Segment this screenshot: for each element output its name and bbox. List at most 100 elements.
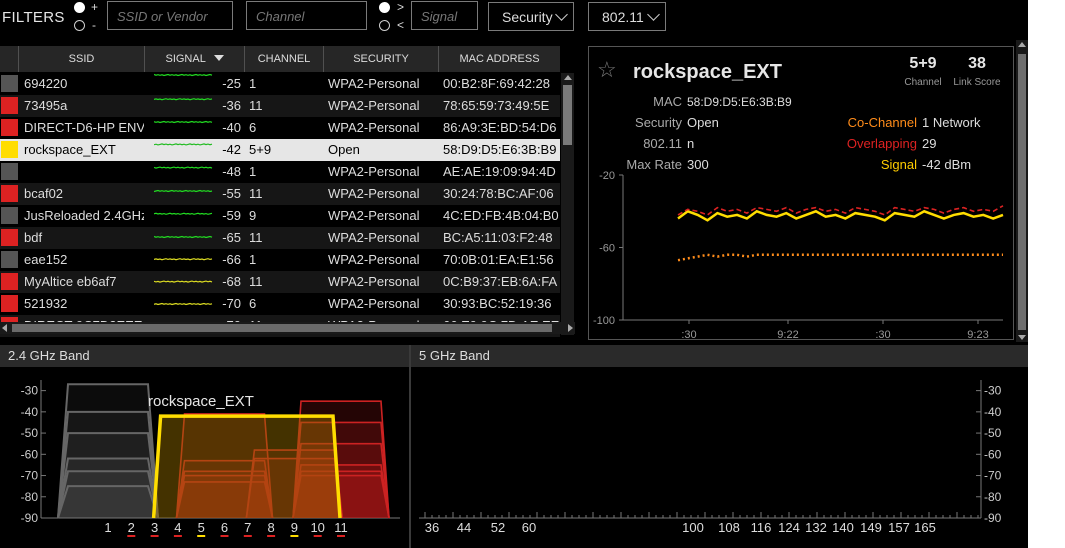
sort-desc-icon <box>213 55 224 61</box>
channel-cell: 6 <box>249 296 257 311</box>
band-y-tick-label: -70 <box>984 469 1002 483</box>
band-5-chart: -30 -40 -50 -60 -70 -80 -90 36 44 52 60 100 108 116 12… <box>419 380 1002 535</box>
sparkline-trace <box>154 98 213 101</box>
channel-label: 44 <box>457 520 471 535</box>
chevron-down-icon <box>557 6 566 23</box>
table-horizontal-scrollbar[interactable] <box>0 322 575 334</box>
history-series-line <box>677 205 1004 216</box>
network-color-swatch[interactable] <box>1 119 18 136</box>
network-color-swatch[interactable] <box>1 207 18 224</box>
sparkline-trace <box>154 212 213 215</box>
channel-cell: 11 <box>249 274 263 289</box>
table-row[interactable]: 521932 -70 6 WPA2-Personal 30:93:BC:52:19:36 <box>0 293 560 315</box>
channel-label: 132 <box>805 520 827 535</box>
channel-label: 60 <box>522 520 536 535</box>
mode-dropdown[interactable]: 802.11 <box>588 2 666 31</box>
table-row[interactable]: 694220 -25 1 WPA2-Personal 00:B2:8F:69:42:28 <box>0 73 560 95</box>
table-row[interactable]: JusReloaded 2.4GHz -59 9 WPA2-Personal 4C:ED… <box>0 205 560 227</box>
signal-input[interactable]: Signal <box>411 1 478 30</box>
table-row[interactable]: -48 1 WPA2-Personal AE:AE:19:09:94:4D <box>0 161 560 183</box>
sparkline-trace <box>154 302 213 306</box>
channel-label: 165 <box>914 520 936 535</box>
security-cell: WPA2-Personal <box>328 252 420 267</box>
channel-cell: 6 <box>249 120 257 135</box>
security-dropdown[interactable]: Security <box>488 2 574 31</box>
channel-label: 157 <box>888 520 910 535</box>
security-cell: WPA2-Personal <box>328 120 420 135</box>
table-row[interactable]: MyAltice eb6af7 -68 11 WPA2-Personal 0C:B9:3… <box>0 271 560 293</box>
network-table: SSID SIGNAL CHANNEL SECURITY MAC ADDRESS… <box>0 46 575 337</box>
mac-address-cell: 4C:ED:FB:4B:04:B0 <box>443 208 559 223</box>
network-color-swatch[interactable] <box>1 229 18 246</box>
security-cell: WPA2-Personal <box>328 296 420 311</box>
table-row[interactable]: bdf -65 11 WPA2-Personal BC:A5:11:03:F2:48 <box>0 227 560 249</box>
network-color-swatch[interactable] <box>1 141 18 158</box>
channel-label: 8 <box>267 520 274 535</box>
column-header-ssid[interactable]: SSID <box>19 46 145 72</box>
network-color-swatch[interactable] <box>1 163 18 180</box>
table-vertical-scrollbar[interactable] <box>561 73 574 335</box>
signal-lt-radio[interactable] <box>379 20 390 31</box>
scroll-up-icon[interactable] <box>564 75 572 80</box>
network-color-swatch[interactable] <box>1 97 18 114</box>
scroll-thumb[interactable] <box>1018 54 1026 330</box>
signal-sparkline <box>154 189 213 193</box>
table-row[interactable]: bcaf02 -55 11 WPA2-Personal 30:24:78:BC:AF:0… <box>0 183 560 205</box>
ssid-cell: bcaf02 <box>24 186 64 201</box>
table-row[interactable]: eae152 -66 1 WPA2-Personal 70:0B:01:EA:E1:56 <box>0 249 560 271</box>
detail-scrollbar[interactable] <box>1016 40 1028 342</box>
filters-label: FILTERS <box>2 9 65 26</box>
table-row[interactable]: 73495a -36 11 WPA2-Personal 78:65:59:73:49:5… <box>0 95 560 117</box>
ssid-cell: rockspace_EXT <box>24 142 116 157</box>
signal-sparkline <box>154 73 213 77</box>
network-color-swatch[interactable] <box>1 185 18 202</box>
signal-sparkline <box>154 258 213 261</box>
signal-history-chart: -20 -60 -100:30 9:22:30 9:23 <box>593 170 1004 339</box>
column-header-security[interactable]: SECURITY <box>324 46 439 72</box>
window-edge <box>1028 0 1065 548</box>
table-row[interactable]: DIRECT-D6-HP ENVY -40 6 WPA2-Personal 86:A9:… <box>0 117 560 139</box>
column-header-mac[interactable]: MAC ADDRESS <box>439 46 560 72</box>
minus-symbol: - <box>92 18 96 32</box>
sparkline-trace <box>154 189 213 193</box>
signal-gt-radio[interactable] <box>379 2 390 13</box>
column-header-signal[interactable]: SIGNAL <box>145 46 245 72</box>
color-column-header[interactable] <box>0 46 19 72</box>
sparkline-trace <box>154 120 213 124</box>
scroll-up-icon[interactable] <box>1018 42 1026 47</box>
channel-label: 52 <box>491 520 505 535</box>
column-header-channel[interactable]: CHANNEL <box>245 46 324 72</box>
channel-label: 36 <box>425 520 439 535</box>
sparkline-trace <box>154 166 213 169</box>
network-color-swatch[interactable] <box>1 295 18 312</box>
network-color-swatch[interactable] <box>1 251 18 268</box>
security-cell: WPA2-Personal <box>328 274 420 289</box>
channel-label: 4 <box>174 520 181 535</box>
mode-dropdown-label: 802.11 <box>602 9 644 25</box>
band-y-tick-label: -60 <box>21 447 39 461</box>
channel-label: 6 <box>221 520 228 535</box>
network-color-swatch[interactable] <box>1 273 18 290</box>
sparkline-trace <box>154 143 213 146</box>
band-5-panel: -30 -40 -50 -60 -70 -80 -90 36 44 52 60 100 108 116 12… <box>411 367 1028 548</box>
channel-cell: 11 <box>249 230 263 245</box>
signal-sparkline <box>154 302 213 306</box>
table-row[interactable]: rockspace_EXT -42 5+9 Open 58:D9:D5:E6:3B:B9 <box>0 139 560 161</box>
network-color-swatch[interactable] <box>1 75 18 92</box>
ssid-vendor-input[interactable]: SSID or Vendor <box>107 1 233 30</box>
signal-plus-radio[interactable] <box>74 2 85 13</box>
mac-address-cell: AE:AE:19:09:94:4D <box>443 164 556 179</box>
scroll-thumb[interactable] <box>12 324 552 332</box>
band-24-panel: -30 -40 -50 -60 -70 -80 -90 rockspace_EXT 1 2 3 4 5 6… <box>0 367 409 548</box>
signal-minus-radio[interactable] <box>74 20 85 31</box>
security-cell: WPA2-Personal <box>328 230 420 245</box>
scroll-left-icon[interactable] <box>2 324 7 332</box>
band-y-tick-label: -50 <box>21 426 39 440</box>
scroll-thumb[interactable] <box>563 85 572 145</box>
channel-label: 9 <box>291 520 298 535</box>
scroll-down-icon[interactable] <box>1018 335 1026 340</box>
band-24-chart: -30 -40 -50 -60 -70 -80 -90 rockspace_EXT 1 2 3 4 5 6… <box>21 380 400 537</box>
channel-input[interactable]: Channel <box>246 1 367 30</box>
signal-sparkline <box>154 235 213 239</box>
scroll-right-icon[interactable] <box>568 324 573 332</box>
